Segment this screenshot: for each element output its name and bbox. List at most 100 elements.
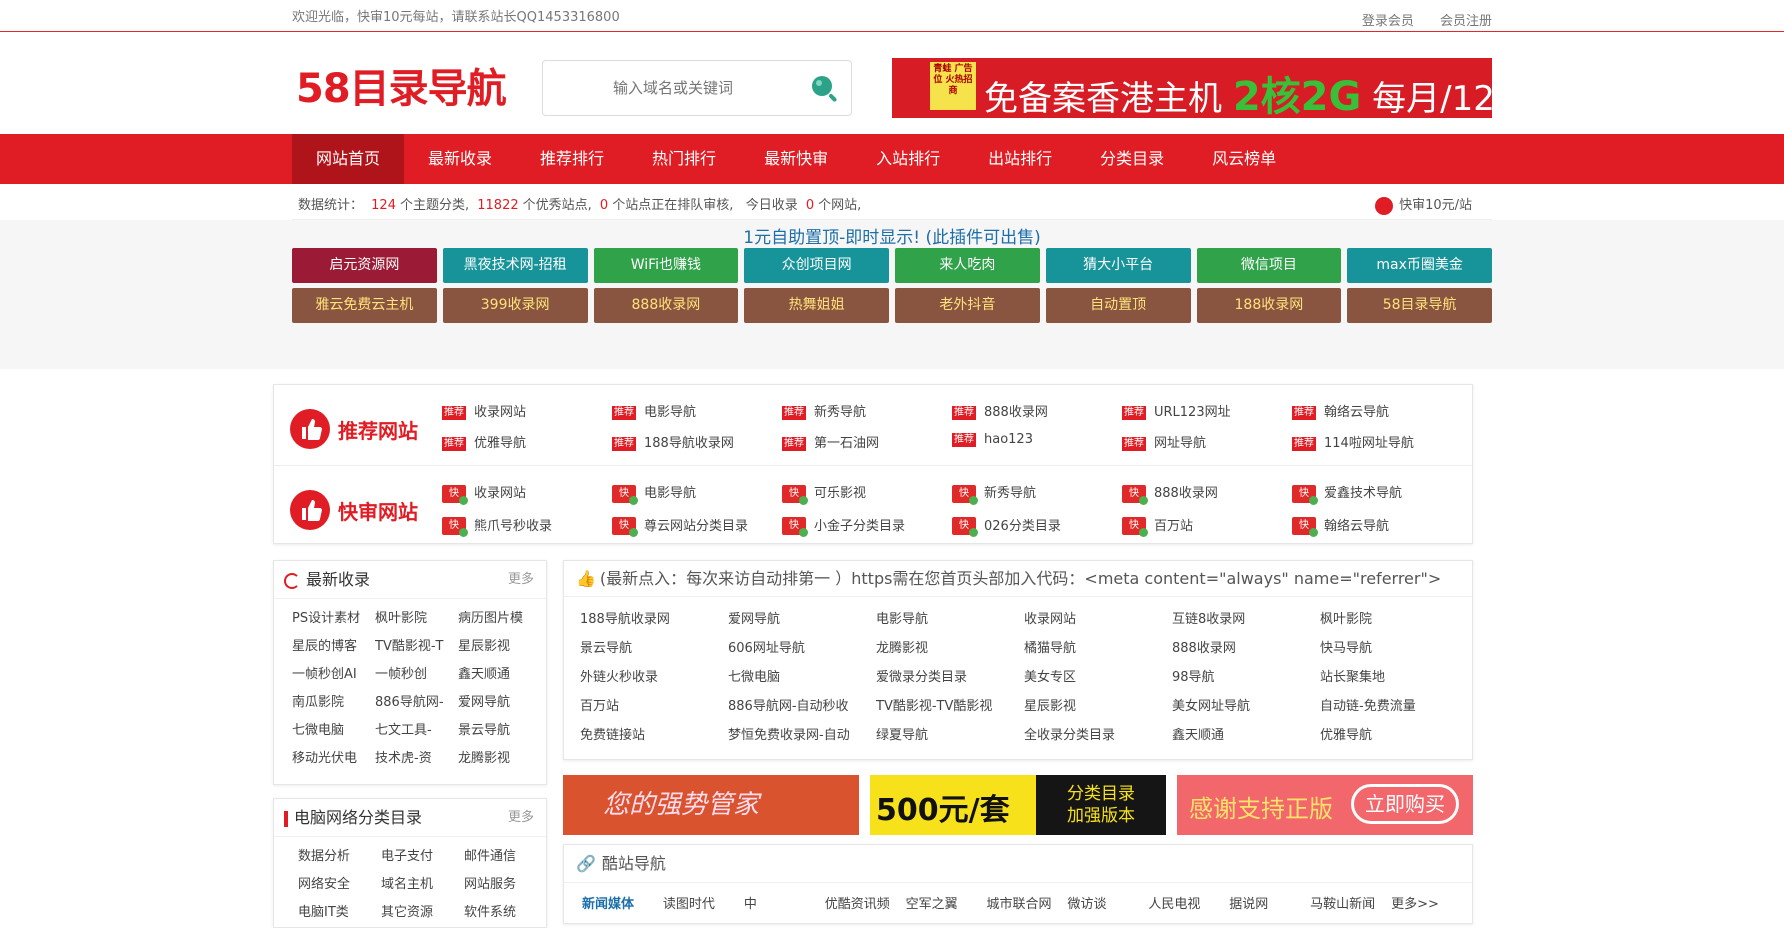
clicks-item[interactable]: 站长聚集地 [1320, 663, 1468, 692]
login-link[interactable]: 登录会员 [1362, 14, 1414, 29]
cool-item[interactable]: 微访谈 [1067, 893, 1148, 912]
promo-button[interactable]: 众创项目网 [744, 248, 889, 283]
promo-button[interactable]: 黑夜技术网-招租 [442, 248, 588, 283]
category-more-link[interactable]: 更多 [508, 799, 534, 837]
nav-latest[interactable]: 最新收录 [404, 134, 516, 184]
site-link[interactable]: 推荐 优雅导航 [442, 432, 612, 451]
promo-button[interactable]: 微信项目 [1196, 248, 1342, 283]
cool-item[interactable]: 空军之翼 [906, 893, 987, 912]
latest-item[interactable]: 星辰影视 [458, 633, 541, 661]
promo-button[interactable]: 老外抖音 [895, 288, 1040, 323]
nav-inbound-rank[interactable]: 入站排行 [852, 134, 964, 184]
clicks-item[interactable]: TV酷影视-TV酷影视 [876, 692, 1024, 721]
cool-item[interactable]: 读图时代 [663, 893, 744, 912]
latest-item[interactable]: 一帧秒创AI [292, 661, 375, 689]
clicks-item[interactable]: 百万站 [580, 692, 728, 721]
promo-button[interactable]: 自动置顶 [1045, 288, 1191, 323]
site-link[interactable]: 推荐 URL123网址 [1122, 401, 1292, 420]
clicks-item[interactable]: 星辰影视 [1024, 692, 1172, 721]
category-item[interactable]: 电脑IT类 [298, 899, 381, 927]
latest-item[interactable]: 星辰的博客 [292, 633, 375, 661]
clicks-item[interactable]: 互链8收录网 [1172, 605, 1320, 634]
clicks-item[interactable]: 免费链接站 [580, 721, 728, 750]
clicks-item[interactable]: 梦恒免费收录网-自动 [728, 721, 876, 750]
latest-item[interactable]: 886导航网- [375, 689, 458, 717]
latest-item[interactable]: 一帧秒创 [375, 661, 458, 689]
clicks-item[interactable]: 收录网站 [1024, 605, 1172, 634]
category-item[interactable]: 电子支付 [381, 843, 464, 871]
site-link[interactable]: 推荐 网址导航 [1122, 432, 1292, 451]
promo-button[interactable]: 188收录网 [1196, 288, 1342, 323]
nav-categories[interactable]: 分类目录 [1076, 134, 1188, 184]
category-item[interactable]: 域名主机 [381, 871, 464, 899]
promo-button[interactable]: 来人吃肉 [895, 248, 1040, 283]
nav-top-list[interactable]: 风云榜单 [1188, 134, 1300, 184]
clicks-item[interactable]: 快马导航 [1320, 634, 1468, 663]
clicks-item[interactable]: 888收录网 [1172, 634, 1320, 663]
hosting-banner-ad[interactable]: 青蛙 广告位 火热招商 免备案香港主机 2核2G 每月/12元 [892, 58, 1492, 118]
register-link[interactable]: 会员注册 [1440, 14, 1492, 29]
latest-item[interactable]: TV酷影视-T [375, 633, 458, 661]
site-link[interactable]: 快新秀导航 [952, 482, 1122, 505]
site-link[interactable]: 推荐 114啦网址导航 [1292, 432, 1462, 451]
clicks-item[interactable]: 鑫天顺通 [1172, 721, 1320, 750]
package-ad[interactable]: 500元/套 分类目录 加强版本 [870, 775, 1166, 835]
promo-button[interactable]: max币圈美金 [1347, 248, 1492, 283]
promo-title[interactable]: 1元自助置顶-即时显示! (此插件可出售) [292, 223, 1492, 248]
clicks-item[interactable]: 全收录分类目录 [1024, 721, 1172, 750]
latest-item[interactable]: 南瓜影院 [292, 689, 375, 717]
latest-item[interactable]: 七文工具- [375, 717, 458, 745]
site-link[interactable]: 推荐 新秀导航 [782, 401, 952, 420]
search-icon[interactable] [809, 73, 839, 103]
site-link[interactable]: 推荐 888收录网 [952, 401, 1122, 420]
clicks-item[interactable]: 橘猫导航 [1024, 634, 1172, 663]
site-link[interactable]: 快可乐影视 [782, 482, 952, 505]
cool-item[interactable]: 中 [744, 893, 825, 912]
cool-item[interactable]: 优酷资讯频 [825, 893, 906, 912]
clicks-item[interactable]: 886导航网-自动秒收 [728, 692, 876, 721]
site-link[interactable]: 快电影导航 [612, 482, 782, 505]
clicks-item[interactable]: 606网址导航 [728, 634, 876, 663]
site-link[interactable]: 推荐 收录网站 [442, 401, 612, 420]
category-item[interactable]: 网站服务 [464, 871, 547, 899]
latest-item[interactable]: 病历图片模 [458, 605, 541, 633]
latest-item[interactable]: 景云导航 [458, 717, 541, 745]
clicks-item[interactable]: 188导航收录网 [580, 605, 728, 634]
cool-item[interactable]: 新闻媒体 [582, 893, 663, 912]
cool-item[interactable]: 更多>> [1391, 893, 1472, 912]
cool-item[interactable]: 马鞍山新闻 [1310, 893, 1391, 912]
clicks-item[interactable]: 美女网址导航 [1172, 692, 1320, 721]
site-link[interactable]: 推荐 翰络云导航 [1292, 401, 1462, 420]
site-link[interactable]: 快熊爪号秒收录 [442, 515, 612, 537]
latest-item[interactable]: 龙腾影视 [458, 745, 541, 773]
latest-item[interactable]: 七微电脑 [292, 717, 375, 745]
latest-item[interactable]: 枫叶影院 [375, 605, 458, 633]
nav-home[interactable]: 网站首页 [292, 134, 405, 184]
clicks-item[interactable]: 优雅导航 [1320, 721, 1468, 750]
site-link[interactable]: 推荐 电影导航 [612, 401, 782, 420]
site-link[interactable]: 快爱鑫技术导航 [1292, 482, 1462, 505]
latest-item[interactable]: PS设计素材 [292, 605, 375, 633]
site-link[interactable]: 快小金子分类目录 [782, 515, 952, 537]
clicks-item[interactable]: 美女专区 [1024, 663, 1172, 692]
clicks-item[interactable]: 龙腾影视 [876, 634, 1024, 663]
clicks-item[interactable]: 电影导航 [876, 605, 1024, 634]
clicks-item[interactable]: 爱网导航 [728, 605, 876, 634]
site-link[interactable]: 快 888收录网 [1122, 482, 1292, 505]
latest-item[interactable]: 技术虎-资 [375, 745, 458, 773]
latest-item[interactable]: 鑫天顺通 [458, 661, 541, 689]
cool-item[interactable]: 人民电视 [1148, 893, 1229, 912]
site-link[interactable]: 推荐 hao123 [952, 432, 1122, 451]
nav-fast-review[interactable]: 最新快审 [740, 134, 852, 184]
site-link[interactable]: 推荐 188导航收录网 [612, 432, 782, 451]
nav-outbound-rank[interactable]: 出站排行 [964, 134, 1076, 184]
site-link[interactable]: 快百万站 [1122, 515, 1292, 537]
promo-button[interactable]: 热舞姐姐 [744, 288, 889, 323]
clicks-item[interactable]: 绿夏导航 [876, 721, 1024, 750]
cool-item[interactable]: 城市联合网 [987, 893, 1068, 912]
promo-button[interactable]: 猜大小平台 [1045, 248, 1191, 283]
buy-now-button[interactable]: 立即购买 [1351, 784, 1459, 824]
site-link[interactable]: 快收录网站 [442, 482, 612, 505]
clicks-item[interactable]: 外链火秒收录 [580, 663, 728, 692]
clicks-item[interactable]: 98导航 [1172, 663, 1320, 692]
